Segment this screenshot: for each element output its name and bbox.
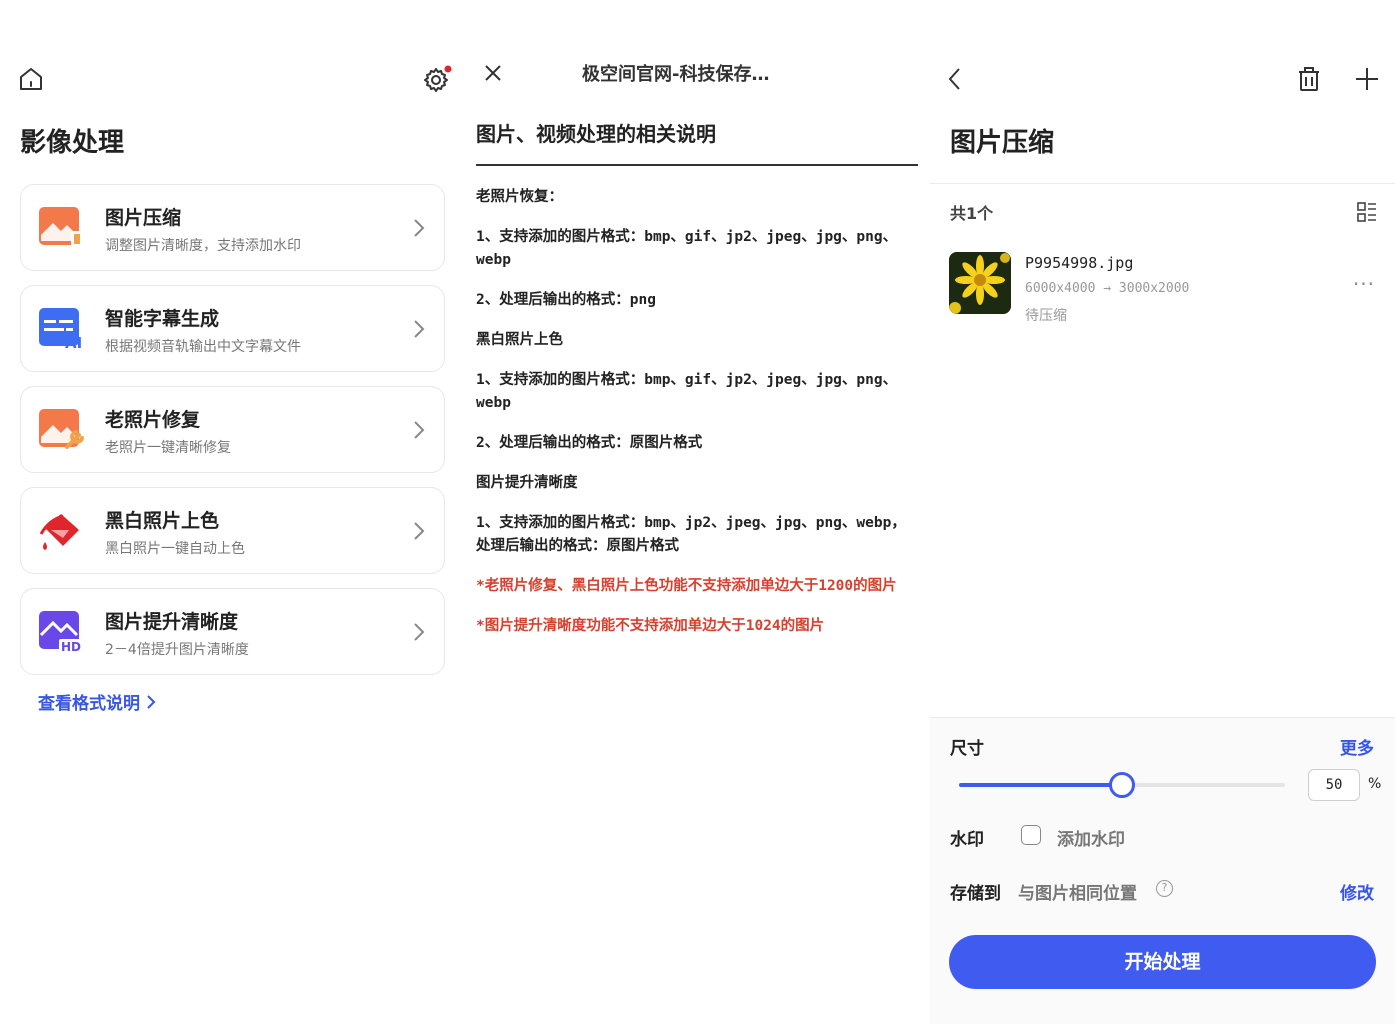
slider-fill [959, 783, 1122, 787]
paragraph: 1、支持添加的图片格式：bmp、gif、jp2、jpeg、jpg、png、web… [476, 229, 898, 268]
settings-icon[interactable] [422, 64, 452, 94]
percent-input[interactable]: 50 [1308, 769, 1360, 801]
save-location-label: 存储到 [950, 884, 1001, 904]
format-info-screen: 极空间官网-科技保存… 图片、视频处理的相关说明 老照片恢复： 1、支持添加的图… [462, 0, 930, 1024]
close-icon[interactable] [478, 58, 508, 88]
card-subtitle: 根据视频音轨输出中文字幕文件 [105, 339, 301, 355]
format-info-link[interactable]: 查看格式说明 [38, 689, 156, 714]
paragraph: 老照片恢复： [476, 189, 563, 205]
card-subtitle: 2－4倍提升图片清晰度 [105, 642, 249, 658]
chevron-right-icon [414, 522, 425, 540]
warning-paragraph: *老照片修复、黑白照片上色功能不支持添加单边大于1200的图片 [476, 578, 897, 594]
svg-text:AI: AI [65, 334, 82, 350]
chevron-right-icon [414, 219, 425, 237]
card-title: 图片压缩 [105, 207, 182, 229]
heading-divider [476, 164, 918, 166]
card-title: 黑白照片上色 [105, 510, 220, 532]
slider-handle[interactable] [1109, 772, 1135, 798]
file-thumbnail[interactable] [949, 252, 1011, 314]
paragraph: 2、处理后输出的格式：原图片格式 [476, 435, 703, 451]
paragraph: 1、支持添加的图片格式：bmp、gif、jp2、jpeg、jpg、png、web… [476, 372, 898, 411]
paragraph: 黑白照片上色 [476, 332, 563, 348]
image-processing-screen: 影像处理 图片压缩 调整图片清晰度，支持添加水印 AI 智能字幕生成 根据视频音… [0, 0, 462, 1024]
percent-unit: % [1368, 776, 1382, 792]
card-title: 智能字幕生成 [105, 308, 220, 330]
page-header-title: 极空间官网-科技保存… [582, 64, 770, 85]
format-info-label: 查看格式说明 [38, 694, 140, 714]
watermark-option-label[interactable]: 添加水印 [1057, 825, 1125, 850]
paragraph: 1、支持添加的图片格式：bmp、jp2、jpeg、jpg、png、webp，处理… [476, 515, 906, 554]
hd-image-icon: HD [39, 609, 85, 654]
ai-subtitle-icon: AI [39, 306, 85, 352]
card-subtitle: 黑白照片一键自动上色 [105, 541, 245, 557]
warning-paragraph: *图片提升清晰度功能不支持添加单边大于1024的图片 [476, 618, 825, 634]
chevron-right-icon [414, 320, 425, 338]
trash-icon[interactable] [1294, 64, 1324, 94]
card-photo-repair[interactable]: 老照片修复 老照片一键清晰修复 [20, 386, 445, 473]
chevron-right-icon [414, 623, 425, 641]
page-title: 图片压缩 [950, 128, 1055, 158]
add-icon[interactable] [1352, 64, 1382, 94]
chevron-right-icon [414, 421, 425, 439]
card-ai-subtitle[interactable]: AI 智能字幕生成 根据视频音轨输出中文字幕文件 [20, 285, 445, 372]
page-title: 影像处理 [20, 128, 125, 158]
modify-link[interactable]: 修改 [1340, 879, 1374, 904]
paragraph: 图片提升清晰度 [476, 475, 578, 491]
file-status: 待压缩 [1025, 308, 1067, 324]
back-icon[interactable] [940, 64, 970, 94]
card-hd-enhance[interactable]: HD 图片提升清晰度 2－4倍提升图片清晰度 [20, 588, 445, 675]
photo-repair-icon [39, 407, 85, 451]
card-title: 老照片修复 [105, 409, 201, 431]
svg-text:HD: HD [61, 640, 81, 653]
article-body: 老照片恢复： 1、支持添加的图片格式：bmp、gif、jp2、jpeg、jpg、… [476, 186, 916, 655]
start-processing-button[interactable]: 开始处理 [949, 935, 1376, 989]
more-link[interactable]: 更多 [1340, 734, 1374, 759]
paragraph: 2、处理后输出的格式：png [476, 292, 656, 308]
watermark-label: 水印 [950, 830, 984, 850]
help-icon[interactable]: ? [1156, 880, 1173, 897]
save-location-value: 与图片相同位置 [1018, 884, 1137, 904]
card-colorize[interactable]: 黑白照片上色 黑白照片一键自动上色 [20, 487, 445, 574]
card-subtitle: 老照片一键清晰修复 [105, 440, 231, 456]
card-subtitle: 调整图片清晰度，支持添加水印 [105, 238, 301, 254]
image-compress-screen: 图片压缩 共1个 P9954998.jpg 6000x4000 → 3000x2… [930, 0, 1395, 1024]
size-slider[interactable] [959, 772, 1285, 798]
list-view-icon[interactable] [1352, 197, 1382, 227]
article-heading: 图片、视频处理的相关说明 [476, 122, 716, 146]
size-label: 尺寸 [950, 739, 984, 759]
more-options-icon[interactable]: ··· [1353, 272, 1375, 296]
home-icon[interactable] [16, 64, 46, 94]
chevron-right-icon [147, 694, 156, 709]
card-image-compress[interactable]: 图片压缩 调整图片清晰度，支持添加水印 [20, 184, 445, 271]
file-count: 共1个 [950, 204, 994, 223]
card-title: 图片提升清晰度 [105, 611, 239, 633]
watermark-checkbox[interactable] [1021, 825, 1041, 845]
image-compress-icon [39, 205, 85, 249]
file-dimensions: 6000x4000 → 3000x2000 [1025, 281, 1190, 296]
paint-bucket-icon [39, 508, 85, 552]
divider [930, 183, 1395, 184]
file-name: P9954998.jpg [1025, 254, 1134, 272]
